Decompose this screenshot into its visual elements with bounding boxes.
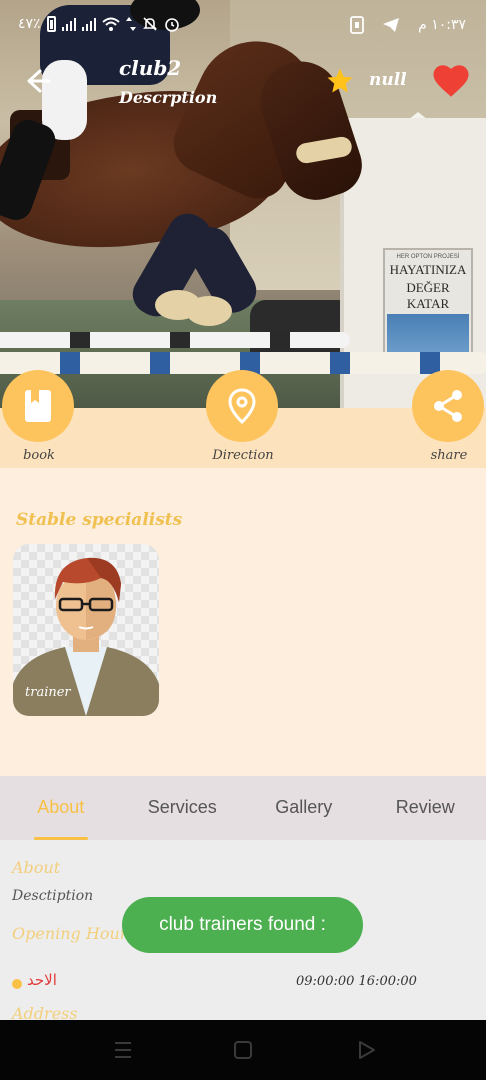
mute-bell-icon	[142, 17, 157, 31]
battery-icon	[46, 16, 56, 32]
signal-icon	[81, 17, 96, 31]
share-label: share	[430, 448, 468, 463]
status-left: ٤٧٪	[18, 16, 180, 32]
direction-action[interactable]: Direction	[206, 370, 280, 463]
data-arrows-icon	[125, 17, 136, 31]
phone-screen-icon	[350, 16, 364, 34]
system-nav-bar	[0, 1020, 486, 1080]
menu-icon[interactable]	[112, 1040, 134, 1060]
hours-row: الاحد 09:00:00 16:00:00	[12, 970, 472, 994]
back-arrow-icon[interactable]	[22, 66, 52, 96]
club-description: Descrption	[119, 88, 218, 107]
hero-booth-sign: HER OPTON PROJESİ HAYATINIZA DEĞER KATAR	[383, 248, 473, 356]
share-icon	[434, 390, 462, 422]
battery-percent: ٤٧٪	[18, 16, 41, 32]
book-action[interactable]: book	[2, 370, 76, 463]
status-right: ١٠:٣٧ م	[350, 16, 466, 34]
book-icon	[25, 390, 51, 422]
jump-pole	[0, 332, 350, 348]
direction-button[interactable]	[206, 370, 278, 442]
hours-day: الاحد	[27, 971, 57, 989]
hours-time: 09:00:00 16:00:00	[296, 974, 417, 989]
tab-bar: About Services Gallery Review	[0, 776, 486, 840]
tab-gallery[interactable]: Gallery	[243, 776, 365, 840]
status-bar: ٤٧٪ ١٠:٣٧ م	[0, 0, 486, 52]
opening-hours-heading: Opening Hours	[12, 924, 136, 943]
wifi-icon	[101, 17, 120, 31]
clock-time: ١٠:٣٧ م	[418, 17, 466, 33]
share-action[interactable]: share	[412, 370, 486, 463]
tab-about[interactable]: About	[0, 776, 122, 840]
back-triangle-icon[interactable]	[356, 1040, 378, 1060]
trainer-card-label: trainer	[25, 685, 71, 700]
share-button[interactable]	[412, 370, 484, 442]
tab-services[interactable]: Services	[122, 776, 244, 840]
signal-icon	[61, 17, 76, 31]
booth-sign-small: HER OPTON PROJESİ	[396, 254, 460, 260]
home-icon[interactable]	[232, 1040, 254, 1060]
favorite-heart-icon[interactable]	[430, 60, 472, 102]
booth-sign-photo	[387, 314, 469, 352]
specialists-title: Stable specialists	[16, 510, 183, 530]
toast-message: club trainers found :	[122, 897, 363, 953]
alarm-icon	[164, 18, 179, 32]
booth-sign-line2: DEĞER KATAR	[406, 280, 450, 311]
club-title: club2	[119, 56, 182, 80]
direction-label: Direction	[212, 448, 274, 463]
address-heading: Address	[12, 1004, 78, 1020]
telegram-icon	[383, 18, 400, 32]
booth-sign-line1: HAYATINIZA	[389, 262, 467, 277]
horse-hoof	[186, 296, 232, 326]
trainer-card[interactable]: trainer	[13, 544, 159, 716]
book-label: book	[23, 448, 55, 463]
rating-value: null	[369, 70, 407, 90]
location-pin-icon	[228, 388, 256, 424]
about-text: Desctiption	[12, 888, 94, 904]
hours-dot-icon	[12, 979, 22, 989]
hero-image: HER OPTON PROJESİ HAYATINIZA DEĞER KATAR	[0, 0, 486, 408]
tab-review[interactable]: Review	[365, 776, 486, 840]
about-heading: About	[12, 858, 61, 877]
book-button[interactable]	[2, 370, 74, 442]
star-icon	[327, 68, 353, 93]
